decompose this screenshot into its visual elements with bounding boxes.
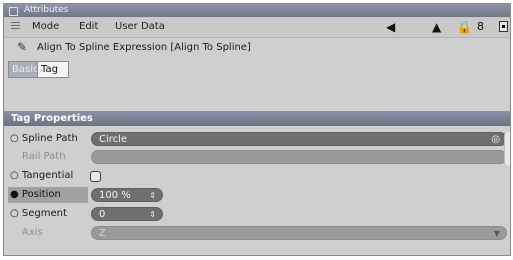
menu-edit[interactable]: Edit — [79, 17, 98, 37]
section-title: Tag Properties — [11, 113, 93, 124]
segment-label: ○ Segment — [10, 208, 67, 219]
segment-field[interactable]: 0 ⇕ — [91, 207, 163, 221]
axis-label: Axis — [22, 227, 43, 238]
up-arrow-icon[interactable]: ▲ — [432, 17, 441, 37]
target-icon[interactable]: ◎ — [491, 133, 500, 147]
row-spline-path: ○ Spline Path Circle ◎ — [4, 130, 510, 148]
tab-basic[interactable]: Basic — [8, 61, 38, 78]
stepper-icon[interactable]: ⇕ — [149, 189, 156, 203]
window-title: Attributes — [24, 5, 69, 15]
window-menu-icon[interactable] — [9, 7, 18, 16]
expression-tag-icon: ✎ — [17, 40, 28, 54]
object-title: Align To Spline Expression [Align To Spl… — [37, 42, 251, 53]
object-header: ✎ Align To Spline Expression [Align To S… — [4, 38, 510, 58]
position-label: ● Position — [10, 189, 61, 200]
lock-icon[interactable]: 🔒 — [457, 17, 472, 37]
menu-mode[interactable]: Mode — [32, 17, 59, 37]
tangential-checkbox[interactable] — [90, 171, 101, 182]
tab-tag[interactable]: Tag — [37, 61, 69, 78]
rail-path-label: Rail Path — [22, 151, 66, 162]
row-axis: Axis Z ▼ — [4, 224, 510, 242]
attributes-panel: Attributes Mode Edit User Data ◀ ▲ 🔒 8 ✎… — [3, 3, 511, 256]
back-arrow-icon[interactable]: ◀ — [386, 17, 395, 37]
pin-icon[interactable] — [499, 21, 508, 32]
row-segment: ○ Segment 0 ⇕ — [4, 205, 510, 223]
menu-user-data[interactable]: User Data — [115, 17, 165, 37]
scrollbar[interactable] — [504, 132, 510, 166]
tangential-label: ○ Tangential — [10, 170, 74, 181]
link-icon[interactable]: 8 — [477, 17, 484, 37]
rail-path-field[interactable] — [91, 150, 507, 164]
section-header: Tag Properties — [4, 111, 510, 126]
position-field[interactable]: 100 % ⇕ — [91, 188, 163, 202]
stepper-icon[interactable]: ⇕ — [149, 208, 156, 222]
spline-path-label: ○ Spline Path — [10, 133, 78, 144]
row-position: ● Position 100 % ⇕ — [4, 186, 510, 204]
spline-path-value: Circle — [99, 134, 128, 145]
row-rail-path: Rail Path — [4, 148, 510, 166]
segment-value: 0 — [99, 209, 106, 220]
row-tangential: ○ Tangential — [4, 167, 510, 185]
spline-path-field[interactable]: Circle ◎ — [91, 132, 507, 146]
window-titlebar[interactable]: Attributes — [4, 4, 510, 17]
axis-value: Z — [99, 228, 106, 239]
chevron-down-icon[interactable]: ▼ — [494, 227, 500, 241]
menu-bar: Mode Edit User Data ◀ ▲ 🔒 8 — [4, 17, 510, 38]
grip-icon[interactable] — [11, 22, 20, 31]
axis-select[interactable]: Z ▼ — [91, 226, 507, 240]
position-value: 100 % — [99, 190, 131, 201]
